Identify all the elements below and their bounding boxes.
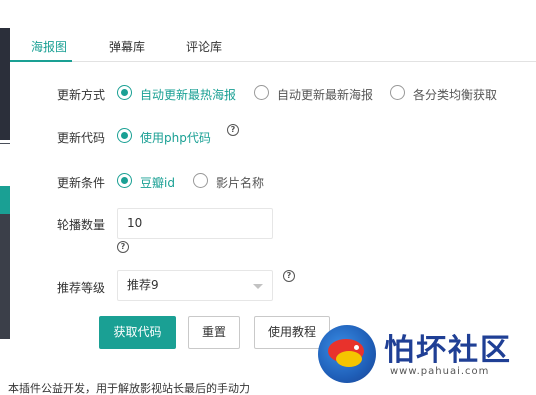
radio-movie-name-label[interactable]: 影片名称 xyxy=(216,174,264,191)
radio-balanced-category[interactable] xyxy=(390,85,405,100)
left-sidebar-edge xyxy=(0,0,10,395)
watermark-logo xyxy=(318,325,376,383)
reset-button[interactable]: 重置 xyxy=(188,316,240,349)
radio-newest-poster-label[interactable]: 自动更新最新海报 xyxy=(277,86,373,103)
fish-tail-shape xyxy=(336,351,362,367)
recommend-level-select[interactable]: 推荐9 xyxy=(117,270,273,301)
question-circle-icon[interactable]: ? xyxy=(117,241,129,253)
active-tab-underline xyxy=(10,60,72,62)
tab-bar: 海报图 弹幕库 评论库 xyxy=(10,30,536,62)
footer-note: 本插件公益开发，用于解放影视站长最后的手动力 xyxy=(8,382,250,395)
get-code-button[interactable]: 获取代码 xyxy=(99,316,176,349)
question-circle-icon[interactable]: ? xyxy=(227,124,239,136)
update-condition-label: 更新条件 xyxy=(57,176,106,190)
update-method-label: 更新方式 xyxy=(57,88,106,102)
radio-balanced-category-label[interactable]: 各分类均衡获取 xyxy=(413,86,497,103)
chevron-down-icon xyxy=(253,284,263,289)
tab-poster[interactable]: 海报图 xyxy=(31,38,67,55)
radio-use-php-code[interactable] xyxy=(117,128,132,143)
recommend-level-label: 推荐等级 xyxy=(57,281,106,295)
radio-hottest-poster[interactable] xyxy=(117,85,132,100)
sidebar-dark-block xyxy=(0,28,10,140)
question-circle-icon[interactable]: ? xyxy=(283,270,295,282)
fish-eye-shape xyxy=(354,345,359,350)
radio-douban-id-label[interactable]: 豆瓣id xyxy=(140,174,175,191)
radio-douban-id[interactable] xyxy=(117,173,132,188)
radio-newest-poster[interactable] xyxy=(254,85,269,100)
carousel-count-input[interactable]: 10 xyxy=(117,208,273,239)
update-code-label: 更新代码 xyxy=(57,131,106,145)
watermark-title: 怕坏社区 xyxy=(384,333,512,368)
sidebar-divider xyxy=(0,143,10,144)
radio-use-php-code-label[interactable]: 使用php代码 xyxy=(140,129,211,146)
carousel-count-label: 轮播数量 xyxy=(57,218,106,232)
radio-hottest-poster-label[interactable]: 自动更新最热海报 xyxy=(140,86,236,103)
sidebar-grey-block xyxy=(0,214,10,339)
recommend-level-value: 推荐9 xyxy=(127,278,159,292)
tab-danmaku[interactable]: 弹幕库 xyxy=(109,38,145,55)
sidebar-active-marker xyxy=(0,186,10,214)
radio-movie-name[interactable] xyxy=(193,173,208,188)
watermark-url: www.pahuai.com xyxy=(390,366,490,377)
tab-comments[interactable]: 评论库 xyxy=(186,38,222,55)
site-watermark: 怕坏社区 www.pahuai.com xyxy=(318,323,528,387)
